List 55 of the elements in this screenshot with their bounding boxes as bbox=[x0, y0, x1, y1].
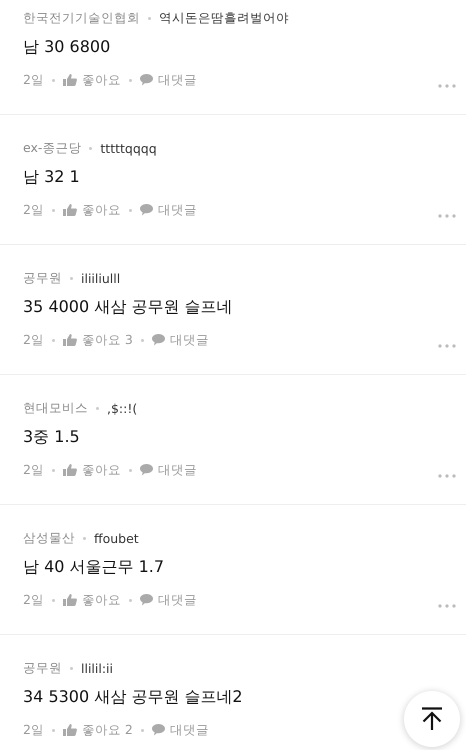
reply-button[interactable]: 대댓글 bbox=[152, 332, 209, 348]
comment-text: 35 4000 새삼 공무원 슬프네 bbox=[23, 296, 234, 318]
reply-button[interactable]: 대댓글 bbox=[152, 722, 209, 738]
company-name: 삼성물산 bbox=[23, 530, 75, 546]
company-name: 현대모비스 bbox=[23, 400, 88, 416]
speech-bubble-icon bbox=[140, 464, 153, 476]
comment-time: 2일 bbox=[23, 332, 44, 348]
more-options-icon[interactable] bbox=[438, 474, 456, 478]
like-button[interactable]: 좋아요 2 bbox=[62, 722, 133, 738]
comment-text: 34 5300 새삼 공무원 슬프네2 bbox=[23, 686, 244, 708]
reply-button[interactable]: 대댓글 bbox=[140, 462, 197, 478]
like-button[interactable]: 좋아요 bbox=[62, 462, 121, 478]
thumbs-up-icon bbox=[62, 724, 77, 736]
more-options-icon[interactable] bbox=[438, 84, 456, 88]
company-name: 공무원 bbox=[23, 270, 62, 286]
speech-bubble-icon bbox=[152, 334, 165, 346]
thumbs-up-icon bbox=[62, 74, 77, 86]
speech-bubble-icon bbox=[152, 724, 165, 736]
author-nickname[interactable]: iliiliulll bbox=[81, 270, 120, 286]
comment-time: 2일 bbox=[23, 722, 44, 738]
author-nickname[interactable]: llilil:ii bbox=[81, 660, 113, 676]
more-options-icon[interactable] bbox=[438, 344, 456, 348]
company-name: ex-종근당 bbox=[23, 140, 82, 156]
company-name: 공무원 bbox=[23, 660, 62, 676]
comment-time: 2일 bbox=[23, 72, 44, 88]
author-nickname[interactable]: 역시돈은땀흘려벌어야 bbox=[159, 10, 289, 26]
speech-bubble-icon bbox=[140, 204, 153, 216]
author-nickname[interactable]: ffoubet bbox=[94, 530, 139, 546]
reply-button[interactable]: 대댓글 bbox=[140, 202, 197, 218]
scroll-to-top-button[interactable] bbox=[404, 691, 460, 747]
like-button[interactable]: 좋아요 bbox=[62, 202, 121, 218]
thumbs-up-icon bbox=[62, 594, 77, 606]
author-nickname[interactable]: tttttqqqq bbox=[100, 140, 157, 156]
like-button[interactable]: 좋아요 bbox=[62, 592, 121, 608]
comment-text: 남 30 6800 bbox=[23, 36, 112, 58]
reply-button[interactable]: 대댓글 bbox=[140, 592, 197, 608]
comment-text: 남 32 1 bbox=[23, 166, 81, 188]
comment-time: 2일 bbox=[23, 462, 44, 478]
like-button[interactable]: 좋아요 3 bbox=[62, 332, 133, 348]
speech-bubble-icon bbox=[140, 74, 153, 86]
comment-text: 3중 1.5 bbox=[23, 426, 81, 448]
comment-time: 2일 bbox=[23, 202, 44, 218]
thumbs-up-icon bbox=[62, 204, 77, 216]
arrow-up-icon bbox=[421, 707, 443, 731]
reply-button[interactable]: 대댓글 bbox=[140, 72, 197, 88]
thumbs-up-icon bbox=[62, 464, 77, 476]
comment-text: 남 40 서울근무 1.7 bbox=[23, 556, 166, 578]
thumbs-up-icon bbox=[62, 334, 77, 346]
like-button[interactable]: 좋아요 bbox=[62, 72, 121, 88]
more-options-icon[interactable] bbox=[438, 604, 456, 608]
more-options-icon[interactable] bbox=[438, 214, 456, 218]
author-nickname[interactable]: ,$::!( bbox=[107, 400, 138, 416]
speech-bubble-icon bbox=[140, 594, 153, 606]
company-name: 한국전기기술인협회 bbox=[23, 10, 140, 26]
comment-time: 2일 bbox=[23, 592, 44, 608]
